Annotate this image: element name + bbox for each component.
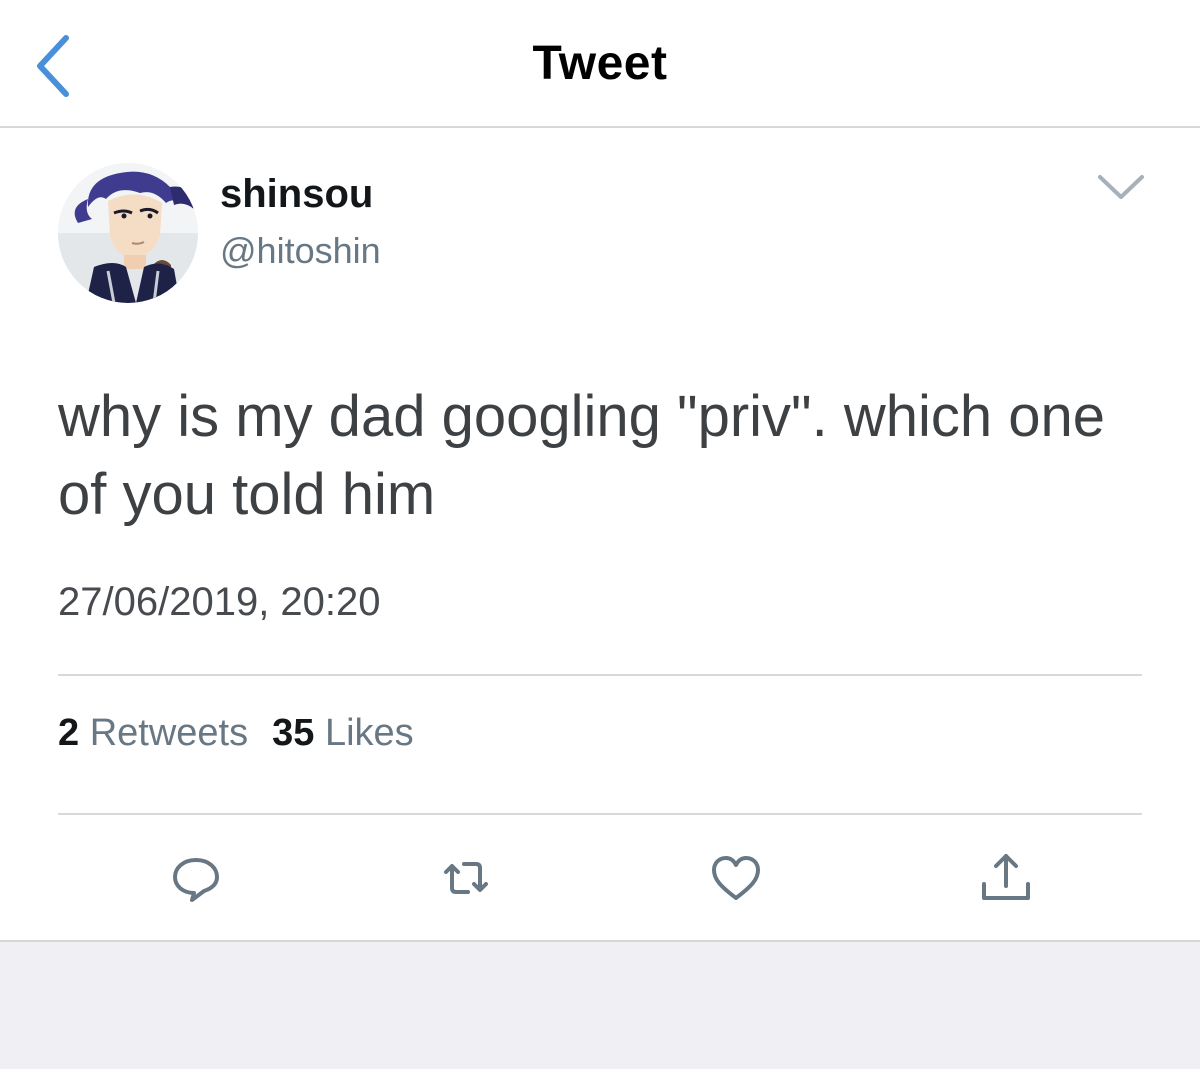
share-icon: [982, 854, 1030, 900]
tweet-text: why is my dad googling "priv". which one…: [58, 384, 1106, 527]
retweet-icon: [444, 862, 488, 894]
user-handle[interactable]: @hitoshin: [220, 230, 381, 272]
navigation-bar: Tweet: [0, 0, 1200, 128]
empty-footer-area: [0, 940, 1200, 1069]
likes-stat[interactable]: 35 Likes: [272, 712, 414, 754]
share-button[interactable]: [976, 848, 1036, 908]
retweets-label: Retweets: [89, 712, 249, 754]
like-icon: [712, 856, 760, 900]
retweet-count: 2: [58, 712, 80, 754]
divider: [58, 674, 1142, 676]
engagement-stats: 2 Retweets 35 Likes: [58, 712, 414, 755]
like-button[interactable]: [706, 848, 766, 908]
divider: [58, 813, 1142, 815]
retweet-button[interactable]: [436, 848, 496, 908]
chevron-down-icon: [1098, 175, 1144, 199]
tweet-options-button[interactable]: [1092, 165, 1150, 209]
reply-button[interactable]: [166, 848, 226, 908]
tweet-timestamp: 27/06/2019, 20:20: [58, 580, 381, 624]
likes-label: Likes: [324, 712, 414, 754]
retweets-stat[interactable]: 2 Retweets: [58, 712, 248, 754]
page-title: Tweet: [532, 37, 668, 90]
reply-icon: [173, 858, 219, 902]
avatar[interactable]: [58, 163, 198, 303]
avatar-image: [58, 163, 198, 303]
display-name[interactable]: shinsou: [220, 172, 373, 217]
tweet-detail-screen: Tweet shinsou @hitoshin why is my dad go…: [0, 0, 1200, 1069]
like-count: 35: [272, 712, 315, 754]
